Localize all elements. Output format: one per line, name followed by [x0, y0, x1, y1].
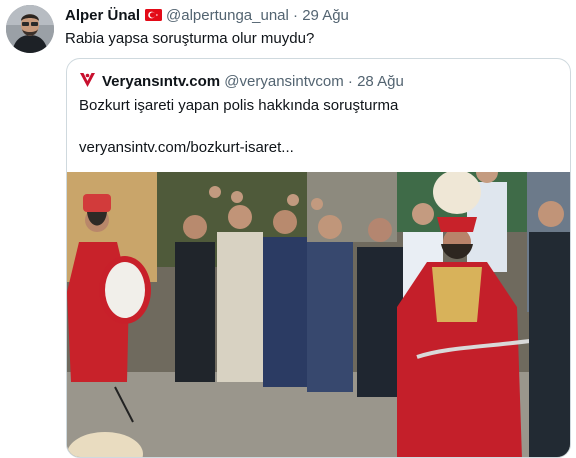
quoted-tweet[interactable]: Veryansıntv.com @veryansintvcom · 28 Ağu…: [66, 58, 571, 458]
author-handle[interactable]: @alpertunga_unal: [166, 7, 289, 24]
quoted-header: Veryansıntv.com @veryansintvcom · 28 Ağu: [79, 72, 404, 92]
quoted-author-handle[interactable]: @veryansintvcom: [224, 73, 343, 90]
tweet[interactable]: Alper Ünal @alpertunga_unal · 29 Ağu Rabi…: [0, 0, 576, 458]
quoted-author-name[interactable]: Veryansıntv.com: [102, 73, 220, 90]
quoted-date[interactable]: 28 Ağu: [357, 73, 404, 90]
author-name[interactable]: Alper Ünal: [65, 7, 140, 24]
tweet-text: Rabia yapsa soruşturma olur muydu?: [65, 30, 315, 47]
tweet-header: Alper Ünal @alpertunga_unal · 29 Ağu: [65, 6, 349, 26]
avatar[interactable]: [6, 5, 54, 53]
quoted-photo[interactable]: [67, 172, 571, 458]
quoted-header-separator: ·: [347, 73, 353, 90]
veryansin-logo-icon: [80, 73, 95, 87]
tweet-date[interactable]: 29 Ağu: [302, 7, 349, 24]
quoted-text: Bozkurt işareti yapan polis hakkında sor…: [79, 97, 399, 114]
turkey-flag-icon: [145, 9, 163, 21]
header-separator: ·: [293, 7, 299, 24]
quoted-link[interactable]: veryansintv.com/bozkurt-isaret...: [79, 138, 294, 158]
